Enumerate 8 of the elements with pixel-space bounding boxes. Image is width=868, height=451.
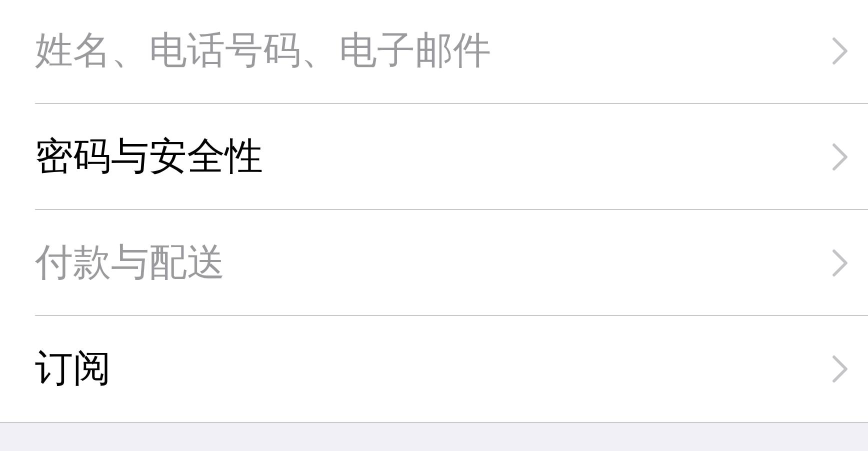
chevron-icon [832,248,848,276]
chevron-icon [832,142,848,170]
row-label: 密码与安全性 [35,138,264,176]
chevron-icon [832,355,848,383]
chevron-icon [832,36,848,64]
row-label: 付款与配送 [35,244,226,282]
row-label: 姓名、电话号码、电子邮件 [35,32,492,70]
row-label: 订阅 [35,350,112,388]
